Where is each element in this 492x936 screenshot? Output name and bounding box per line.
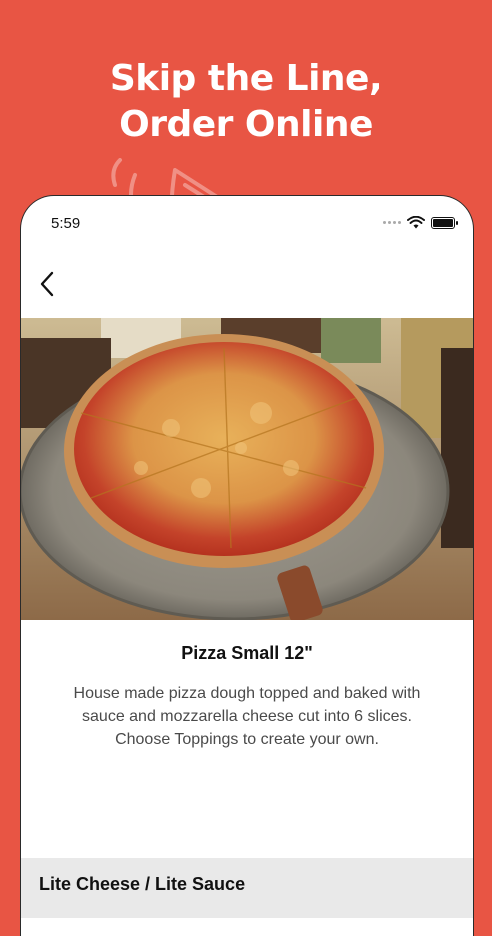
option-group-header[interactable]: Lite Cheese / Lite Sauce (21, 858, 473, 918)
battery-icon (431, 216, 458, 229)
chevron-left-icon (40, 271, 54, 297)
signal-icon (383, 221, 401, 224)
back-button[interactable] (29, 266, 65, 302)
item-photo (21, 318, 473, 620)
nav-bar (21, 252, 473, 316)
promo-headline-line1: Skip the Line, (109, 58, 383, 99)
item-details: Pizza Small 12" House made pizza dough t… (21, 620, 473, 858)
phone-frame: 5:59 Pizza Small 12" House made pizza do… (20, 195, 474, 936)
wifi-icon (407, 216, 425, 229)
option-group-label: Lite Cheese / Lite Sauce (39, 874, 246, 894)
item-description: House made pizza dough topped and baked … (73, 685, 421, 748)
status-icons (383, 216, 458, 229)
status-time: 5:59 (51, 215, 81, 232)
item-title: Pizza Small 12" (181, 643, 313, 663)
status-bar: 5:59 (21, 196, 473, 252)
